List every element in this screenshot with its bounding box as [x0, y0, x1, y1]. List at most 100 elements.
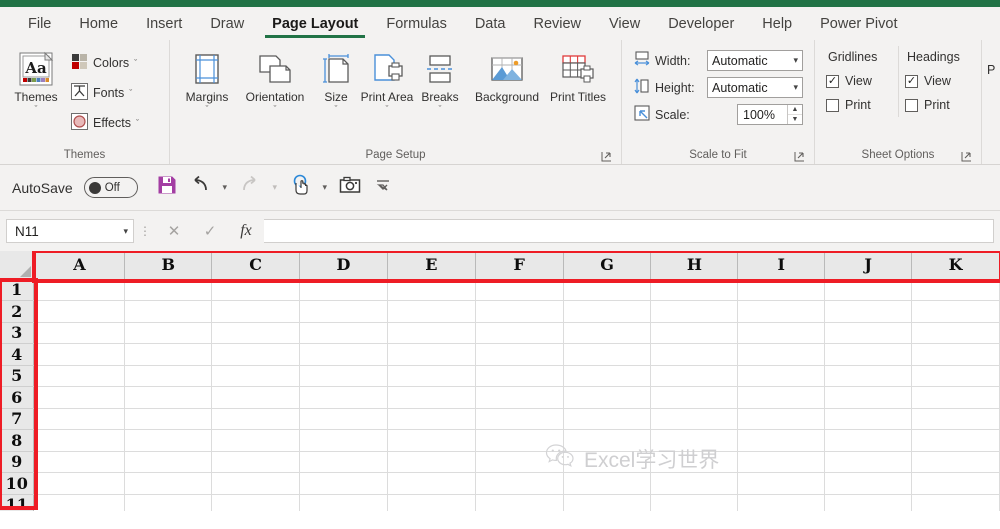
cancel-entry-button[interactable]: ✕ [156, 219, 192, 243]
cell-D9[interactable] [299, 451, 388, 473]
cell-C10[interactable] [211, 472, 301, 495]
chevron-down-icon[interactable]: ˇ [206, 104, 209, 114]
print-area-button[interactable]: Print Area ˇ [359, 46, 415, 114]
cell-F3[interactable] [475, 322, 564, 344]
cell-H6[interactable] [650, 386, 739, 409]
page-setup-dialog-launcher[interactable] [601, 151, 612, 162]
cell-H9[interactable] [650, 451, 739, 473]
cell-G6[interactable] [563, 386, 652, 409]
headings-print-checkbox[interactable]: Print [905, 93, 972, 117]
row-header-2[interactable]: 2 [0, 300, 35, 323]
cell-G9[interactable] [563, 451, 652, 473]
cell-C6[interactable] [211, 386, 301, 409]
cell-D7[interactable] [299, 408, 388, 430]
cell-H7[interactable] [650, 408, 739, 430]
cell-A7[interactable] [33, 408, 126, 430]
row-header-7[interactable]: 7 [0, 408, 35, 430]
cell-D8[interactable] [299, 429, 388, 452]
select-all-corner[interactable] [0, 251, 35, 280]
row-header-8[interactable]: 8 [0, 429, 35, 452]
cell-K1[interactable] [911, 279, 1000, 301]
cell-B9[interactable] [124, 451, 213, 473]
cell-E1[interactable] [387, 279, 476, 301]
cell-A8[interactable] [33, 429, 126, 452]
column-header-E[interactable]: E [387, 251, 476, 280]
chevron-down-icon[interactable]: ˇ [439, 104, 442, 114]
scale-to-fit-dialog-launcher[interactable] [794, 151, 805, 162]
cell-B7[interactable] [124, 408, 213, 430]
cell-I7[interactable] [737, 408, 826, 430]
tab-view[interactable]: View [595, 7, 654, 40]
cell-A5[interactable] [33, 365, 126, 387]
formula-bar-drag-handle[interactable]: ⋮ [134, 224, 156, 238]
row-header-11[interactable]: 11 [0, 494, 35, 511]
cell-A2[interactable] [33, 300, 126, 323]
scale-width-combo[interactable]: Automatic ▾ [707, 50, 803, 71]
cell-J5[interactable] [824, 365, 913, 387]
sheet-options-dialog-launcher[interactable] [961, 151, 972, 162]
background-button[interactable]: Background [465, 46, 549, 104]
cell-A6[interactable] [33, 386, 126, 409]
cell-E5[interactable] [387, 365, 476, 387]
cell-D5[interactable] [299, 365, 388, 387]
cell-A4[interactable] [33, 343, 126, 366]
cell-E9[interactable] [387, 451, 476, 473]
spinner-up-icon[interactable]: ▲ [788, 105, 802, 115]
cell-C4[interactable] [211, 343, 301, 366]
theme-effects-button[interactable]: Effects ˇ [67, 108, 143, 138]
chevron-down-icon[interactable]: ˇ [335, 104, 338, 114]
cell-G3[interactable] [563, 322, 652, 344]
insert-function-button[interactable]: fx [228, 219, 264, 243]
cell-D6[interactable] [299, 386, 388, 409]
cell-K2[interactable] [911, 300, 1000, 323]
cell-I2[interactable] [737, 300, 826, 323]
chevron-down-icon[interactable]: ▾ [123, 226, 128, 237]
cell-E11[interactable] [387, 494, 476, 511]
column-header-B[interactable]: B [124, 251, 213, 280]
redo-dropdown-chevron-down-icon[interactable]: ▾ [268, 173, 282, 203]
save-button[interactable] [152, 173, 182, 203]
cell-B5[interactable] [124, 365, 213, 387]
name-box[interactable]: N11 ▾ [6, 219, 134, 243]
orientation-button[interactable]: Orientation ˇ [237, 46, 313, 114]
cell-K4[interactable] [911, 343, 1000, 366]
cell-I10[interactable] [737, 472, 826, 495]
cell-K10[interactable] [911, 472, 1000, 495]
cell-G11[interactable] [563, 494, 652, 511]
chevron-down-icon[interactable]: ▾ [793, 82, 800, 93]
cell-J7[interactable] [824, 408, 913, 430]
cell-A9[interactable] [33, 451, 126, 473]
cell-B2[interactable] [124, 300, 213, 323]
cell-I8[interactable] [737, 429, 826, 452]
column-header-C[interactable]: C [211, 251, 301, 280]
cell-G1[interactable] [563, 279, 652, 301]
chevron-down-icon[interactable]: ˇ [129, 88, 132, 98]
cell-G10[interactable] [563, 472, 652, 495]
cell-H5[interactable] [650, 365, 739, 387]
cell-J3[interactable] [824, 322, 913, 344]
customize-qat-button[interactable] [368, 173, 398, 203]
cell-E8[interactable] [387, 429, 476, 452]
cell-F4[interactable] [475, 343, 564, 366]
column-header-A[interactable]: A [33, 251, 126, 280]
chevron-down-icon[interactable]: ▾ [793, 55, 800, 66]
size-button[interactable]: Size ˇ [313, 46, 359, 114]
cell-H11[interactable] [650, 494, 739, 511]
cell-G5[interactable] [563, 365, 652, 387]
cell-I1[interactable] [737, 279, 826, 301]
cell-H2[interactable] [650, 300, 739, 323]
column-header-K[interactable]: K [911, 251, 1000, 280]
themes-button[interactable]: Aa Themes ˇ [5, 46, 67, 114]
cell-C8[interactable] [211, 429, 301, 452]
cell-A3[interactable] [33, 322, 126, 344]
cell-J6[interactable] [824, 386, 913, 409]
tab-file[interactable]: File [14, 7, 65, 40]
cell-F9[interactable] [475, 451, 564, 473]
column-header-G[interactable]: G [563, 251, 652, 280]
cell-G2[interactable] [563, 300, 652, 323]
cell-B3[interactable] [124, 322, 213, 344]
row-header-3[interactable]: 3 [0, 322, 35, 344]
cell-E3[interactable] [387, 322, 476, 344]
gridlines-view-checkbox[interactable]: ✓ View [826, 69, 894, 93]
cell-J4[interactable] [824, 343, 913, 366]
